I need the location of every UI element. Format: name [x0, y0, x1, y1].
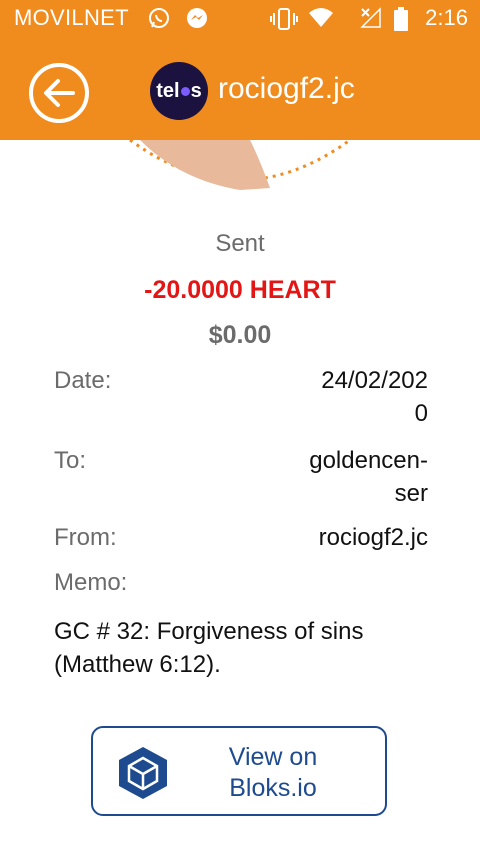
- date-value-line2: 0: [414, 400, 428, 427]
- date-value-line1: 24/02/202: [321, 367, 428, 394]
- bloks-button-label: View on Bloks.io: [203, 742, 343, 804]
- transaction-amount: -20.0000 HEART: [144, 276, 336, 304]
- vibrate-icon: [270, 8, 298, 30]
- clock: 2:16: [425, 5, 468, 30]
- status-bar: MOVILNET 2:16: [0, 0, 480, 36]
- fiat-value: $0.00: [208, 321, 272, 349]
- memo-label: Memo:: [54, 569, 128, 596]
- from-value: rociogf2.jc: [318, 524, 428, 551]
- memo-text: GC # 32: Forgiveness of sins (Matthew 6:…: [54, 615, 434, 681]
- avatar: [120, 100, 360, 200]
- carrier-name: MOVILNET: [14, 5, 129, 30]
- memo-line2: (Matthew 6:12).: [54, 651, 221, 678]
- memo-line1: GC # 32: Forgiveness of sins: [54, 618, 364, 645]
- back-arrow-icon[interactable]: [28, 62, 90, 124]
- bloks-label-line2: Bloks.io: [229, 774, 317, 802]
- bloks-label-line1: View on: [228, 743, 318, 771]
- battery-icon: [394, 7, 408, 31]
- messenger-icon: [187, 8, 207, 28]
- bloks-cube-icon: [119, 747, 167, 799]
- to-label: To:: [54, 447, 87, 474]
- wifi-icon: [309, 8, 333, 27]
- to-value-line1: goldencen-: [309, 447, 428, 474]
- whatsapp-icon: [149, 8, 169, 28]
- transaction-direction: Sent: [215, 230, 265, 257]
- from-label: From:: [54, 524, 117, 551]
- signal-icon: [360, 7, 381, 28]
- view-on-bloks-button[interactable]: View on Bloks.io: [91, 726, 387, 816]
- date-value: 24/02/202 0: [321, 364, 428, 430]
- logo-dot: [180, 86, 190, 96]
- to-value-line2: ser: [394, 480, 428, 507]
- date-label: Date:: [54, 367, 112, 394]
- to-value: goldencen- ser: [309, 444, 428, 510]
